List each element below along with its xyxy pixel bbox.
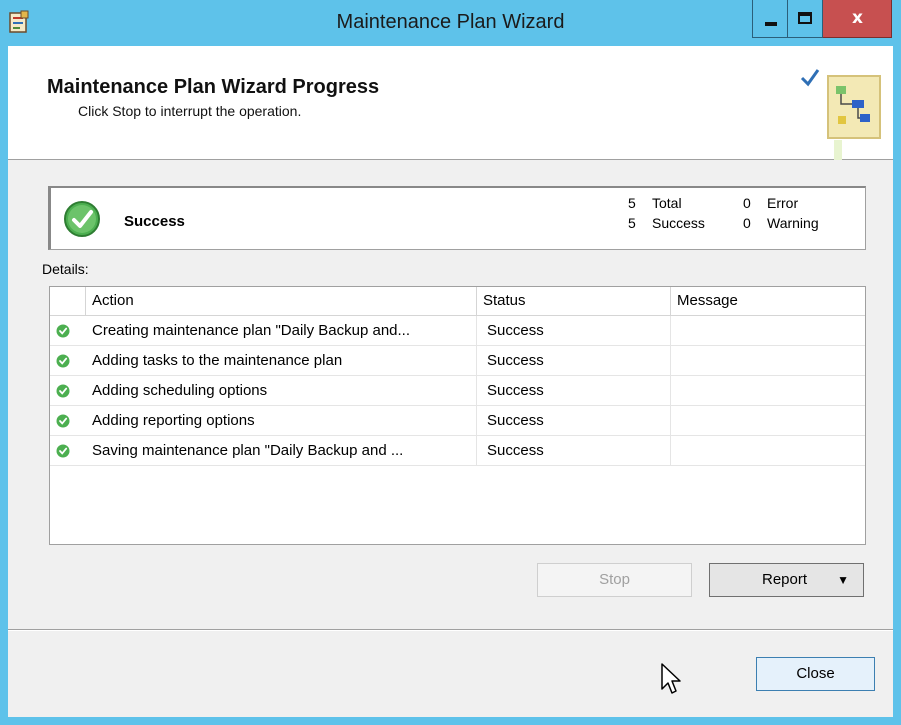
column-header-action[interactable]: Action: [86, 287, 477, 316]
status-cell: Success: [477, 346, 671, 376]
mouse-pointer-icon: [661, 663, 681, 694]
warning-label: Warning: [767, 215, 819, 231]
minimize-icon: [765, 22, 777, 26]
action-cell: Adding reporting options: [86, 406, 477, 436]
minimize-button[interactable]: [752, 0, 788, 38]
status-cell: Success: [477, 406, 671, 436]
total-label: Total: [652, 195, 682, 211]
message-cell: [671, 376, 865, 406]
action-cell: Creating maintenance plan "Daily Backup …: [86, 316, 477, 346]
status-cell: Success: [477, 376, 671, 406]
check-circle-icon: [64, 201, 100, 237]
success-label: Success: [652, 215, 705, 231]
footer-separator: [8, 629, 893, 631]
check-circle-icon: [56, 384, 70, 398]
column-header-message[interactable]: Message: [671, 287, 865, 316]
message-cell: [671, 406, 865, 436]
summary-status: Success: [124, 213, 185, 230]
total-count: 5: [628, 195, 636, 211]
check-circle-icon: [56, 444, 70, 458]
error-label: Error: [767, 195, 799, 211]
report-button[interactable]: Report ▼: [709, 563, 864, 597]
caret-down-icon[interactable]: ▼: [837, 564, 849, 596]
action-cell: Adding tasks to the maintenance plan: [86, 346, 477, 376]
table-row[interactable]: Adding tasks to the maintenance plan Suc…: [50, 346, 865, 376]
status-cell: Success: [477, 316, 671, 346]
check-circle-icon: [56, 414, 70, 428]
title-bar[interactable]: Maintenance Plan Wizard x: [0, 0, 901, 46]
maximize-button[interactable]: [788, 0, 823, 38]
table-row[interactable]: Saving maintenance plan "Daily Backup an…: [50, 436, 865, 466]
table-row[interactable]: Adding reporting options Success: [50, 406, 865, 436]
table-header: Action Status Message: [50, 287, 865, 316]
table-row[interactable]: Creating maintenance plan "Daily Backup …: [50, 316, 865, 346]
warning-count: 0: [743, 215, 751, 231]
message-cell: [671, 436, 865, 466]
action-cell: Adding scheduling options: [86, 376, 477, 406]
close-button[interactable]: Close: [756, 657, 875, 691]
details-table[interactable]: Action Status Message Creating maintenan…: [49, 286, 866, 545]
message-cell: [671, 316, 865, 346]
close-icon: x: [852, 8, 863, 28]
details-label: Details:: [42, 261, 89, 277]
action-cell: Saving maintenance plan "Daily Backup an…: [86, 436, 477, 466]
report-button-label: Report: [762, 571, 808, 588]
status-cell: Success: [477, 436, 671, 466]
wizard-header: Maintenance Plan Wizard Progress Click S…: [8, 46, 893, 160]
table-row[interactable]: Adding scheduling options Success: [50, 376, 865, 406]
column-header-status[interactable]: Status: [477, 287, 671, 316]
wizard-window: Maintenance Plan Wizard x Maintenance Pl…: [0, 0, 901, 725]
message-cell: [671, 346, 865, 376]
check-circle-icon: [56, 354, 70, 368]
summary-panel: Success 5 Total 0 Error 5 Success 0 Warn…: [48, 186, 866, 250]
window-close-button[interactable]: x: [823, 0, 892, 38]
column-header-icon[interactable]: [50, 287, 86, 316]
check-circle-icon: [56, 324, 70, 338]
page-subtitle: Click Stop to interrupt the operation.: [78, 103, 302, 119]
stop-button[interactable]: Stop: [537, 563, 692, 597]
maximize-icon: [798, 12, 812, 24]
success-count: 5: [628, 215, 636, 231]
page-title: Maintenance Plan Wizard Progress: [47, 76, 380, 98]
dialog-client-area: Maintenance Plan Wizard Progress Click S…: [8, 46, 893, 717]
error-count: 0: [743, 195, 751, 211]
maintenance-plan-art: [800, 69, 881, 160]
